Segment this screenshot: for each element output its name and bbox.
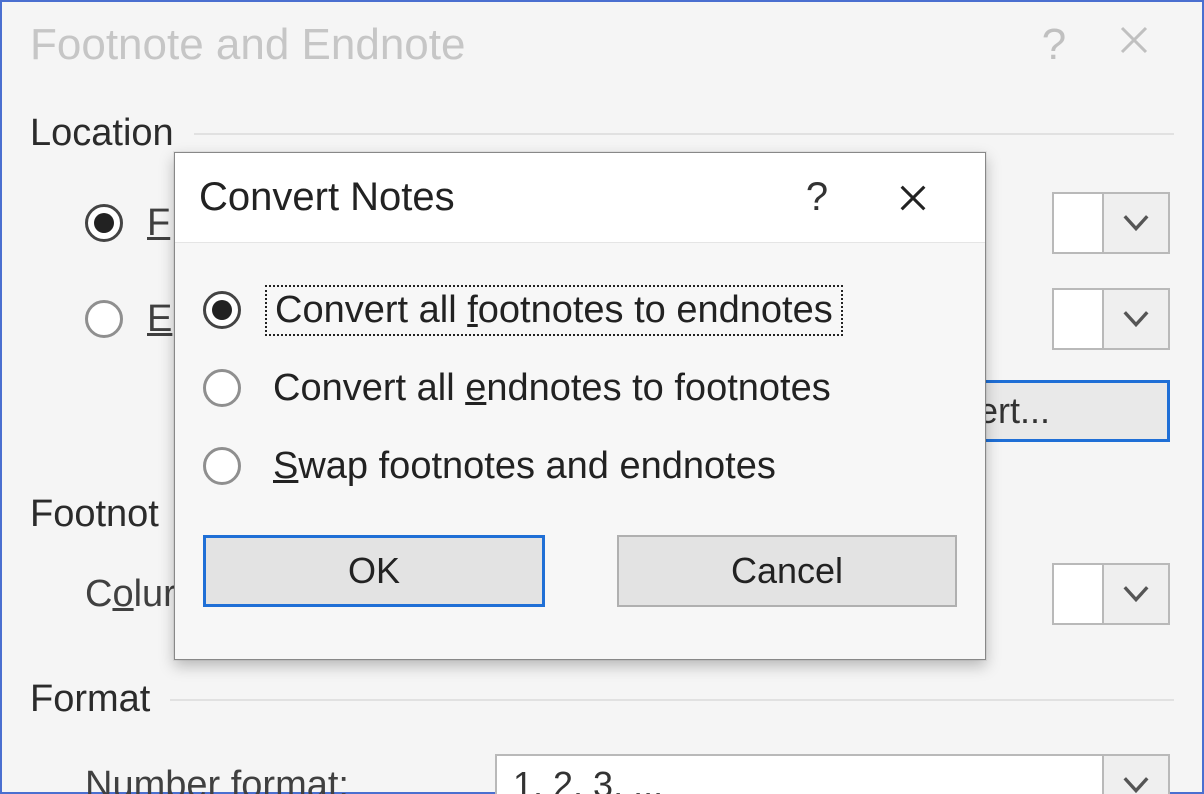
- combo-value: 1, 2, 3, ...: [497, 764, 1102, 794]
- cancel-button[interactable]: Cancel: [617, 535, 957, 607]
- radio-footnotes-label: F: [147, 202, 170, 245]
- number-format-row: Number format: 1, 2, 3, ...: [85, 745, 1174, 794]
- modal-button-row: OK Cancel: [175, 505, 985, 607]
- help-icon[interactable]: ?: [1014, 20, 1094, 70]
- option-label: Swap footnotes and endnotes: [265, 443, 784, 490]
- modal-title: Convert Notes: [199, 175, 769, 220]
- convert-notes-dialog: Convert Notes ? Convert all footnotes to…: [174, 152, 986, 660]
- parent-dialog-title: Footnote and Endnote: [30, 20, 1014, 70]
- section-format-label: Format: [30, 678, 150, 721]
- modal-body: Convert all footnotes to endnotes Conver…: [175, 243, 985, 505]
- number-format-label: Number format:: [85, 764, 445, 794]
- modal-titlebar: Convert Notes ?: [175, 153, 985, 243]
- section-location-label: Location: [30, 112, 174, 155]
- ok-button-label: OK: [348, 550, 400, 592]
- close-icon[interactable]: [865, 153, 961, 243]
- footnotes-location-combo[interactable]: [1052, 192, 1170, 254]
- radio-footnotes[interactable]: [85, 204, 123, 242]
- help-icon[interactable]: ?: [769, 153, 865, 243]
- option-endnotes-to-footnotes[interactable]: Convert all endnotes to footnotes: [203, 349, 957, 427]
- option-swap[interactable]: Swap footnotes and endnotes: [203, 427, 957, 505]
- radio-endnotes-label: E: [147, 298, 172, 341]
- option-label: Convert all endnotes to footnotes: [265, 365, 839, 412]
- chevron-down-icon[interactable]: [1102, 565, 1168, 623]
- ok-button[interactable]: OK: [203, 535, 545, 607]
- columns-combo[interactable]: [1052, 563, 1170, 625]
- option-footnotes-to-endnotes[interactable]: Convert all footnotes to endnotes: [203, 271, 957, 349]
- radio-icon: [203, 291, 241, 329]
- option-label: Convert all footnotes to endnotes: [265, 285, 843, 336]
- cancel-button-label: Cancel: [731, 550, 843, 592]
- close-icon[interactable]: [1094, 22, 1174, 68]
- chevron-down-icon[interactable]: [1102, 194, 1168, 252]
- chevron-down-icon[interactable]: [1102, 756, 1168, 794]
- radio-endnotes[interactable]: [85, 300, 123, 338]
- parent-dialog-titlebar: Footnote and Endnote ?: [2, 2, 1202, 80]
- app-frame: Footnote and Endnote ? Location F: [0, 0, 1204, 794]
- radio-icon: [203, 369, 241, 407]
- number-format-combo[interactable]: 1, 2, 3, ...: [495, 754, 1170, 794]
- section-footnote-layout-label: Footnot: [30, 493, 159, 536]
- endnotes-location-combo[interactable]: [1052, 288, 1170, 350]
- chevron-down-icon[interactable]: [1102, 290, 1168, 348]
- radio-icon: [203, 447, 241, 485]
